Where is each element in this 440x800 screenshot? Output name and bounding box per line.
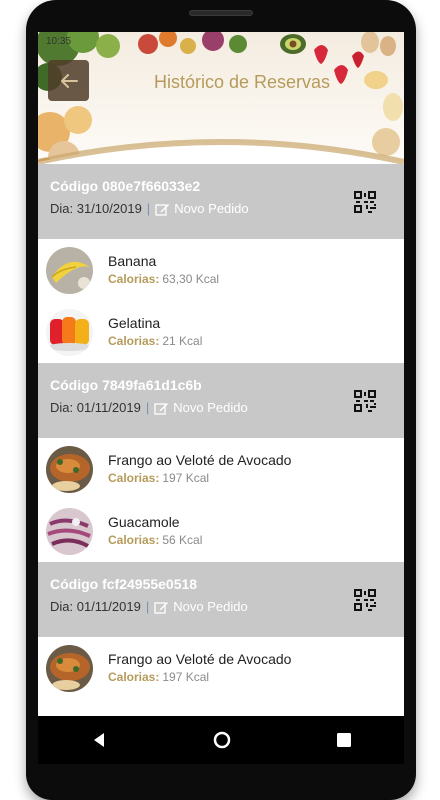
- item-calories: Calorias: 56 Kcal: [108, 533, 202, 547]
- nav-recent-icon[interactable]: [337, 733, 351, 747]
- item-name: Frango ao Veloté de Avocado: [108, 452, 292, 468]
- calories-value: 197 Kcal: [162, 471, 210, 485]
- calories-label: Calorias:: [108, 471, 160, 485]
- separator: |: [145, 599, 150, 614]
- page-title: Histórico de Reservas: [153, 72, 331, 92]
- list-item[interactable]: Gelatina Calorias: 21 Kcal: [38, 301, 404, 363]
- calories-label: Calorias:: [108, 272, 160, 286]
- calories-value: 63,30 Kcal: [162, 272, 220, 286]
- separator: |: [146, 201, 151, 216]
- item-name: Banana: [108, 253, 157, 269]
- calories-label: Calorias:: [108, 334, 160, 348]
- app-screen: 10:35 Histórico de Reservas Código 080e7…: [38, 32, 404, 716]
- edit-icon: [155, 203, 170, 216]
- list-item[interactable]: Banana Calorias: 63,30 Kcal: [38, 239, 404, 301]
- order-code: Código 080e7f66033e2: [50, 178, 201, 194]
- calories-value: 56 Kcal: [162, 533, 203, 547]
- order-header[interactable]: Código 7849fa61d1c6b Dia: 01/11/2019 | N…: [38, 363, 404, 438]
- order-code: Código fcf24955e0518: [50, 576, 198, 592]
- order-meta: Dia: 01/11/2019 | Novo Pedido: [50, 599, 404, 614]
- edit-icon: [154, 402, 169, 415]
- status-bar-time: 10:35: [46, 36, 72, 47]
- phone-speaker: [189, 10, 253, 16]
- nav-home-icon[interactable]: [213, 731, 231, 749]
- order-date: Dia: 31/10/2019: [50, 201, 142, 216]
- item-photo: [46, 508, 93, 555]
- item-photo: [46, 247, 93, 294]
- item-calories: Calorias: 197 Kcal: [108, 670, 209, 684]
- order-header[interactable]: Código fcf24955e0518 Dia: 01/11/2019 | N…: [38, 562, 404, 637]
- item-photo: [46, 446, 93, 493]
- orders-list: Código 080e7f66033e2 Dia: 31/10/2019 | N…: [38, 164, 404, 699]
- item-name: Gelatina: [108, 315, 161, 331]
- nav-back-icon[interactable]: [91, 732, 107, 748]
- separator: |: [145, 400, 150, 415]
- qr-code-icon[interactable]: [354, 589, 376, 611]
- item-photo: [46, 645, 93, 692]
- list-item[interactable]: Guacamole Calorias: 56 Kcal: [38, 500, 404, 562]
- list-item[interactable]: Frango ao Veloté de Avocado Calorias: 197…: [38, 637, 404, 699]
- qr-code-icon[interactable]: [354, 390, 376, 412]
- order-meta: Dia: 31/10/2019 | Novo Pedido: [50, 201, 404, 216]
- calories-value: 21 Kcal: [162, 334, 203, 348]
- list-item[interactable]: Frango ao Veloté de Avocado Calorias: 197…: [38, 438, 404, 500]
- item-photo: [46, 309, 93, 356]
- calories-label: Calorias:: [108, 670, 160, 684]
- phone-frame: 10:35 Histórico de Reservas Código 080e7…: [26, 0, 416, 800]
- order-code: Código 7849fa61d1c6b: [50, 377, 202, 393]
- calories-label: Calorias:: [108, 533, 160, 547]
- order-header[interactable]: Código 080e7f66033e2 Dia: 31/10/2019 | N…: [38, 164, 404, 239]
- order-meta: Dia: 01/11/2019 | Novo Pedido: [50, 400, 404, 415]
- order-date: Dia: 01/11/2019: [50, 599, 141, 614]
- qr-code-icon[interactable]: [354, 191, 376, 213]
- order-status: Novo Pedido: [173, 400, 248, 415]
- order-status: Novo Pedido: [173, 599, 248, 614]
- order-status: Novo Pedido: [174, 201, 249, 216]
- item-calories: Calorias: 197 Kcal: [108, 471, 209, 485]
- item-name: Frango ao Veloté de Avocado: [108, 651, 292, 667]
- navigation-bar: [38, 716, 404, 764]
- item-calories: Calorias: 21 Kcal: [108, 334, 202, 348]
- order-date: Dia: 01/11/2019: [50, 400, 141, 415]
- item-calories: Calorias: 63,30 Kcal: [108, 272, 219, 286]
- edit-icon: [154, 601, 169, 614]
- calories-value: 197 Kcal: [162, 670, 210, 684]
- item-name: Guacamole: [108, 514, 180, 530]
